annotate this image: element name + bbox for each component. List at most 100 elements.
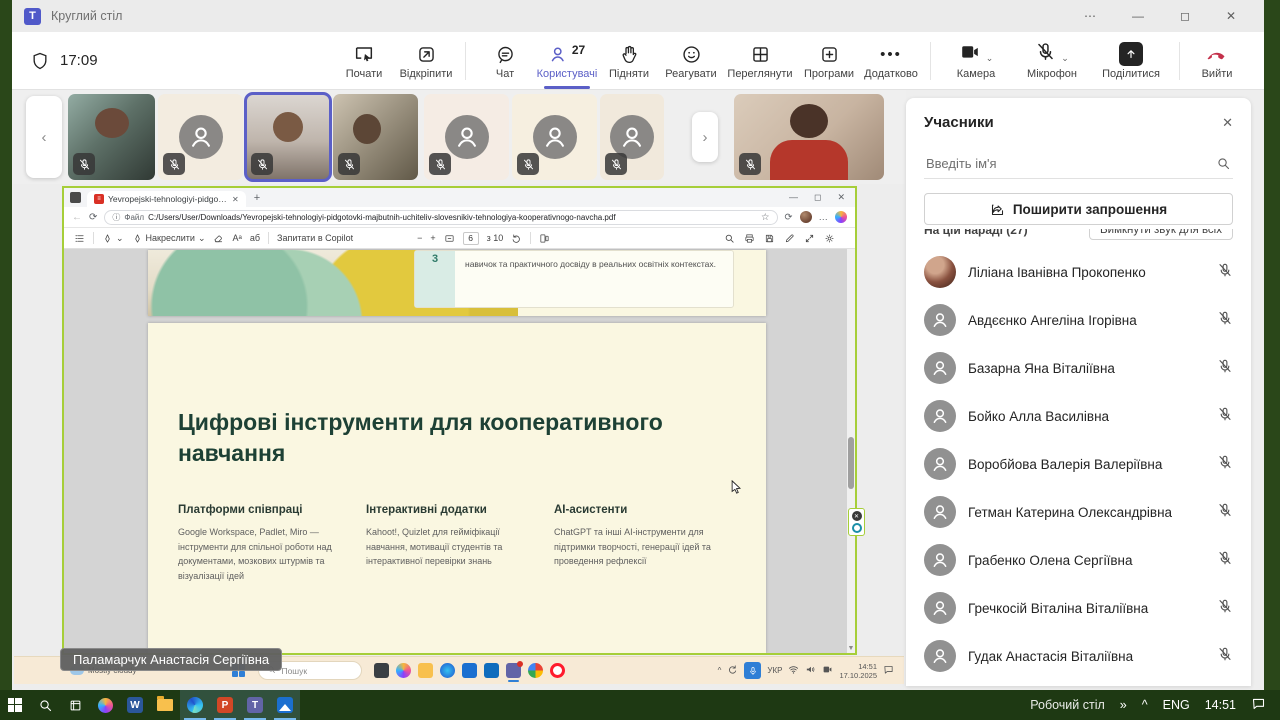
pdf-pen-icon[interactable]: ⌄ <box>102 233 124 244</box>
tab-actions-icon[interactable] <box>70 192 81 203</box>
copilot-taskbar-icon[interactable] <box>90 690 120 720</box>
pdf-text-icon[interactable]: аб <box>250 233 260 243</box>
teams-taskbar-icon[interactable]: T <box>240 690 270 720</box>
toolbar-chevrons[interactable]: » <box>1120 698 1127 712</box>
widget-record-icon[interactable] <box>852 523 862 533</box>
share-button[interactable]: Поділитися <box>1091 41 1171 80</box>
ask-copilot-button[interactable]: Запитати в Copilot <box>277 233 353 243</box>
outlook-icon[interactable] <box>484 663 499 678</box>
task-view-button[interactable] <box>60 690 90 720</box>
participant-search[interactable] <box>924 149 1233 179</box>
hidden-icons-chevron[interactable]: ^ <box>718 666 722 675</box>
copilot-icon[interactable] <box>396 663 411 678</box>
settings-gear-icon[interactable] <box>824 233 835 244</box>
active-mic-indicator-icon[interactable] <box>744 662 761 679</box>
pdf-read-aloud-icon[interactable]: Aᵃ <box>232 233 241 243</box>
react-button[interactable]: Реагувати <box>660 41 722 80</box>
scroll-down-icon[interactable]: ▼ <box>847 645 855 652</box>
close-button[interactable]: ✕ <box>1226 9 1236 23</box>
apps-button[interactable]: Програми <box>798 41 860 80</box>
favorite-star-icon[interactable]: ☆ <box>761 212 770 223</box>
participant-row[interactable]: Гудак Анастасія Віталіївна <box>924 632 1233 680</box>
more-button[interactable]: ••• Додатково <box>860 41 922 80</box>
mic-muted-icon[interactable] <box>1217 406 1233 427</box>
mute-all-button[interactable]: Вимкнути звук для всіх <box>1089 229 1233 240</box>
share-control-widget[interactable]: ✕ <box>848 508 865 536</box>
opera-icon[interactable] <box>550 663 565 678</box>
new-tab-button[interactable]: + <box>254 192 260 204</box>
desktop-toolbar-label[interactable]: Робочий стіл <box>1030 698 1105 712</box>
chat-button[interactable]: Чат <box>474 41 536 80</box>
pdf-draw-button[interactable]: Накреслити⌄ <box>132 233 206 244</box>
avatar-tile[interactable] <box>600 94 664 180</box>
language-indicator[interactable]: ENG <box>1163 698 1190 712</box>
pdf-content-area[interactable]: 3 навичок та практичного досвіду в реаль… <box>64 249 855 653</box>
spotlight-video-tile[interactable] <box>734 94 884 180</box>
pdf-eraser-icon[interactable] <box>213 233 224 244</box>
people-button[interactable]: 27 Користувачі <box>536 41 598 80</box>
participant-row[interactable]: Грабенко Олена Сергіївна <box>924 536 1233 584</box>
save-icon[interactable] <box>764 233 775 244</box>
mic-muted-icon[interactable] <box>1217 358 1233 379</box>
photos-taskbar-icon[interactable] <box>270 690 300 720</box>
edge-icon[interactable] <box>440 663 455 678</box>
strip-prev-button[interactable]: ‹ <box>26 96 62 178</box>
camera-button[interactable]: ⌄ Камера <box>939 41 1013 80</box>
word-taskbar-icon[interactable]: W <box>120 690 150 720</box>
rotate-icon[interactable] <box>511 233 522 244</box>
participant-row[interactable]: Гетман Катерина Олександрівна <box>924 488 1233 536</box>
mic-chevron-icon[interactable]: ⌄ <box>1061 53 1069 64</box>
mic-muted-icon[interactable] <box>1217 502 1233 523</box>
fullscreen-icon[interactable] <box>804 233 815 244</box>
pdf-scrollbar[interactable]: ▼ <box>847 249 855 653</box>
raise-hand-button[interactable]: Підняти <box>598 41 660 80</box>
mic-muted-icon[interactable] <box>1217 550 1233 571</box>
unpin-button[interactable]: Відкріпити <box>395 41 457 80</box>
participant-row[interactable]: Базарна Яна Віталіївна <box>924 344 1233 392</box>
avatar-tile[interactable] <box>424 94 509 180</box>
panel-close-icon[interactable]: ✕ <box>1222 115 1233 131</box>
page-number-input[interactable]: 6 <box>463 232 479 245</box>
fit-page-icon[interactable] <box>444 233 455 244</box>
clock[interactable]: 14:51 <box>1205 698 1236 712</box>
reload-icon[interactable]: ⟳ <box>89 212 97 223</box>
stop-widget-icon[interactable]: ✕ <box>852 511 862 521</box>
browser-minimize-button[interactable]: — <box>789 192 798 203</box>
powerpoint-taskbar-icon[interactable]: P <box>210 690 240 720</box>
copilot-icon[interactable] <box>835 211 847 223</box>
camera-chevron-icon[interactable]: ⌄ <box>986 53 994 64</box>
pdf-toc-icon[interactable] <box>74 233 85 244</box>
video-tile[interactable] <box>68 94 155 180</box>
zoom-in-button[interactable]: + <box>430 233 435 243</box>
desktops-icon[interactable] <box>374 663 389 678</box>
start-button[interactable] <box>0 690 30 720</box>
wifi-icon[interactable] <box>788 664 799 677</box>
participant-search-input[interactable] <box>926 156 1216 171</box>
taskbar-search-button[interactable] <box>30 690 60 720</box>
participant-row[interactable]: Бойко Алла Василівна <box>924 392 1233 440</box>
maximize-button[interactable]: ◻ <box>1180 9 1190 23</box>
language-indicator[interactable]: УКР <box>767 666 782 675</box>
file-explorer-icon[interactable] <box>418 663 433 678</box>
participant-row[interactable]: Гречкосій Віталіна Віталіївна <box>924 584 1233 632</box>
avatar-tile[interactable] <box>158 94 243 180</box>
browser-more-icon[interactable]: … <box>819 212 829 223</box>
browser-maximize-button[interactable]: ◻ <box>814 192 821 203</box>
camera-tray-icon[interactable] <box>822 664 833 677</box>
participant-row[interactable]: Ліліана Іванівна Прокопенко <box>924 248 1233 296</box>
mic-button[interactable]: ⌄ Мікрофон <box>1013 41 1091 80</box>
mic-muted-icon[interactable] <box>1217 262 1233 283</box>
mic-muted-icon[interactable] <box>1217 310 1233 331</box>
minimize-button[interactable]: — <box>1132 9 1144 23</box>
sync-icon[interactable] <box>727 664 738 677</box>
file-explorer-taskbar-icon[interactable] <box>150 690 180 720</box>
notification-icon[interactable] <box>883 664 894 677</box>
start-share-button[interactable]: Почати <box>333 41 395 80</box>
participant-list[interactable]: Ліліана Іванівна Прокопенко Авдєєнко Анг… <box>906 242 1251 686</box>
action-center-icon[interactable] <box>1251 696 1266 714</box>
print-icon[interactable] <box>744 233 755 244</box>
hidden-icons-chevron[interactable]: ^ <box>1142 698 1148 712</box>
video-tile[interactable] <box>333 94 418 180</box>
browser-profile-avatar[interactable] <box>800 211 812 223</box>
mic-muted-icon[interactable] <box>1217 646 1233 667</box>
